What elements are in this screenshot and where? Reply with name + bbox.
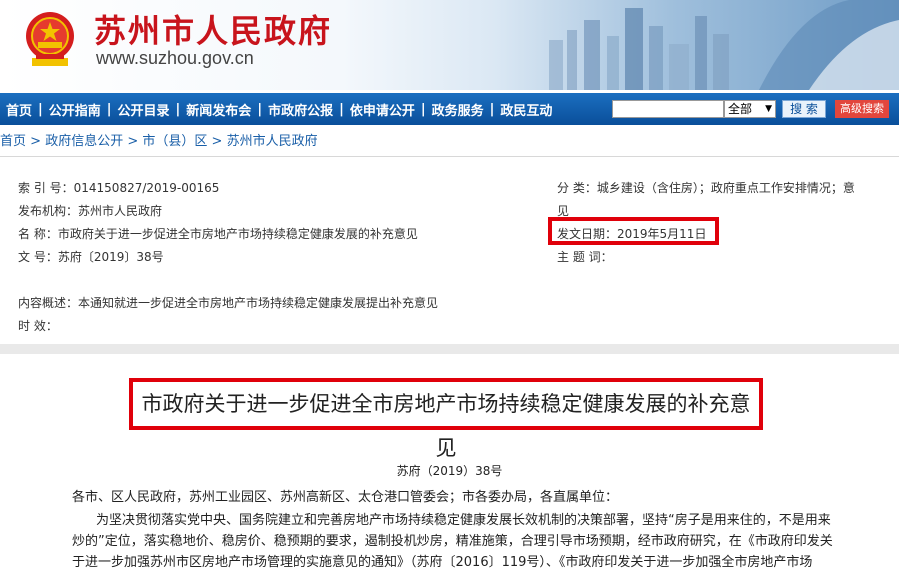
chevron-down-icon: ▼ bbox=[765, 104, 772, 114]
meta-subject: 主 题 词： bbox=[557, 250, 613, 264]
city-skyline-image bbox=[549, 0, 899, 90]
main-nav: 首页 | 公开指南 | 公开目录 | 新闻发布会 | 市政府公报 | 依申请公开… bbox=[0, 93, 899, 125]
nav-press[interactable]: 新闻发布会 bbox=[180, 100, 257, 119]
document-paragraph-line: 于进一步加强苏州市区房地产市场管理的实施意见的通知》（苏府〔2016〕119号）… bbox=[72, 555, 813, 570]
nav-catalog[interactable]: 公开目录 bbox=[112, 100, 176, 119]
header-banner: 苏州市人民政府 www.suzhou.gov.cn bbox=[0, 0, 899, 90]
breadcrumb-government[interactable]: 苏州市人民政府 bbox=[227, 134, 318, 149]
search-input[interactable] bbox=[612, 100, 724, 118]
breadcrumb-home[interactable]: 首页 bbox=[0, 134, 26, 149]
nav-services[interactable]: 政务服务 bbox=[426, 100, 490, 119]
search-scope-value: 全部 bbox=[728, 102, 753, 116]
advanced-search-button[interactable]: 高级搜索 bbox=[835, 100, 889, 118]
nav-apply[interactable]: 依申请公开 bbox=[344, 100, 421, 119]
document-paragraph-line: 为坚决贯彻落实党中央、国务院建立和完善房地产市场持续稳定健康发展长效机制的决策部… bbox=[96, 513, 831, 528]
nav-interaction[interactable]: 政民互动 bbox=[494, 100, 558, 119]
national-emblem-icon bbox=[26, 12, 74, 66]
document-title: 市政府关于进一步促进全市房地产市场持续稳定健康发展的补充意见 bbox=[129, 378, 763, 460]
nav-home[interactable]: 首页 bbox=[0, 100, 38, 119]
search-scope-select[interactable]: 全部 ▼ bbox=[724, 100, 776, 118]
meta-summary: 内容概述：本通知就进一步促进全市房地产市场持续稳定健康发展提出补充意见 bbox=[18, 296, 439, 310]
document-paragraph-line: 炒的”定位，落实稳地价、稳房价、稳预期的要求，遏制投机炒房，精准施策，合理引导市… bbox=[72, 534, 833, 549]
breadcrumb-districts[interactable]: 市（县）区 bbox=[142, 134, 207, 149]
issue-date-highlight bbox=[548, 217, 719, 245]
meta-name: 名 称：市政府关于进一步促进全市房地产市场持续稳定健康发展的补充意见 bbox=[18, 227, 418, 241]
breadcrumb-separator: > bbox=[30, 134, 46, 149]
breadcrumb-separator: > bbox=[211, 134, 227, 149]
nav-gazette[interactable]: 市政府公报 bbox=[262, 100, 339, 119]
divider bbox=[0, 156, 899, 157]
document-number: 苏府（2019）38号 bbox=[396, 464, 503, 478]
nav-guide[interactable]: 公开指南 bbox=[43, 100, 107, 119]
breadcrumb-separator: > bbox=[127, 134, 143, 149]
meta-index-no: 索 引 号：014150827/2019-00165 bbox=[18, 181, 220, 195]
site-url[interactable]: www.suzhou.gov.cn bbox=[96, 48, 254, 69]
site-title[interactable]: 苏州市人民政府 bbox=[94, 6, 332, 52]
meta-issuer: 发布机构：苏州市人民政府 bbox=[18, 204, 163, 218]
search-button[interactable]: 搜 索 bbox=[782, 100, 826, 118]
meta-category: 分 类：城乡建设（含住房）；政府重点工作安排情况；意 bbox=[557, 181, 855, 195]
breadcrumb: 首页 > 政府信息公开 > 市（县）区 > 苏州市人民政府 bbox=[0, 130, 318, 149]
document-recipients: 各市、区人民政府，苏州工业园区、苏州高新区、太仓港口管委会；市各委办局，各直属单… bbox=[72, 490, 619, 505]
breadcrumb-info-public[interactable]: 政府信息公开 bbox=[45, 134, 123, 149]
meta-validity: 时 效： bbox=[18, 319, 58, 333]
meta-doc-no: 文 号：苏府〔2019〕38号 bbox=[18, 250, 164, 264]
document-meta: 索 引 号：014150827/2019-00165 分 类：城乡建设（含住房）… bbox=[0, 165, 899, 345]
section-divider bbox=[0, 344, 899, 354]
